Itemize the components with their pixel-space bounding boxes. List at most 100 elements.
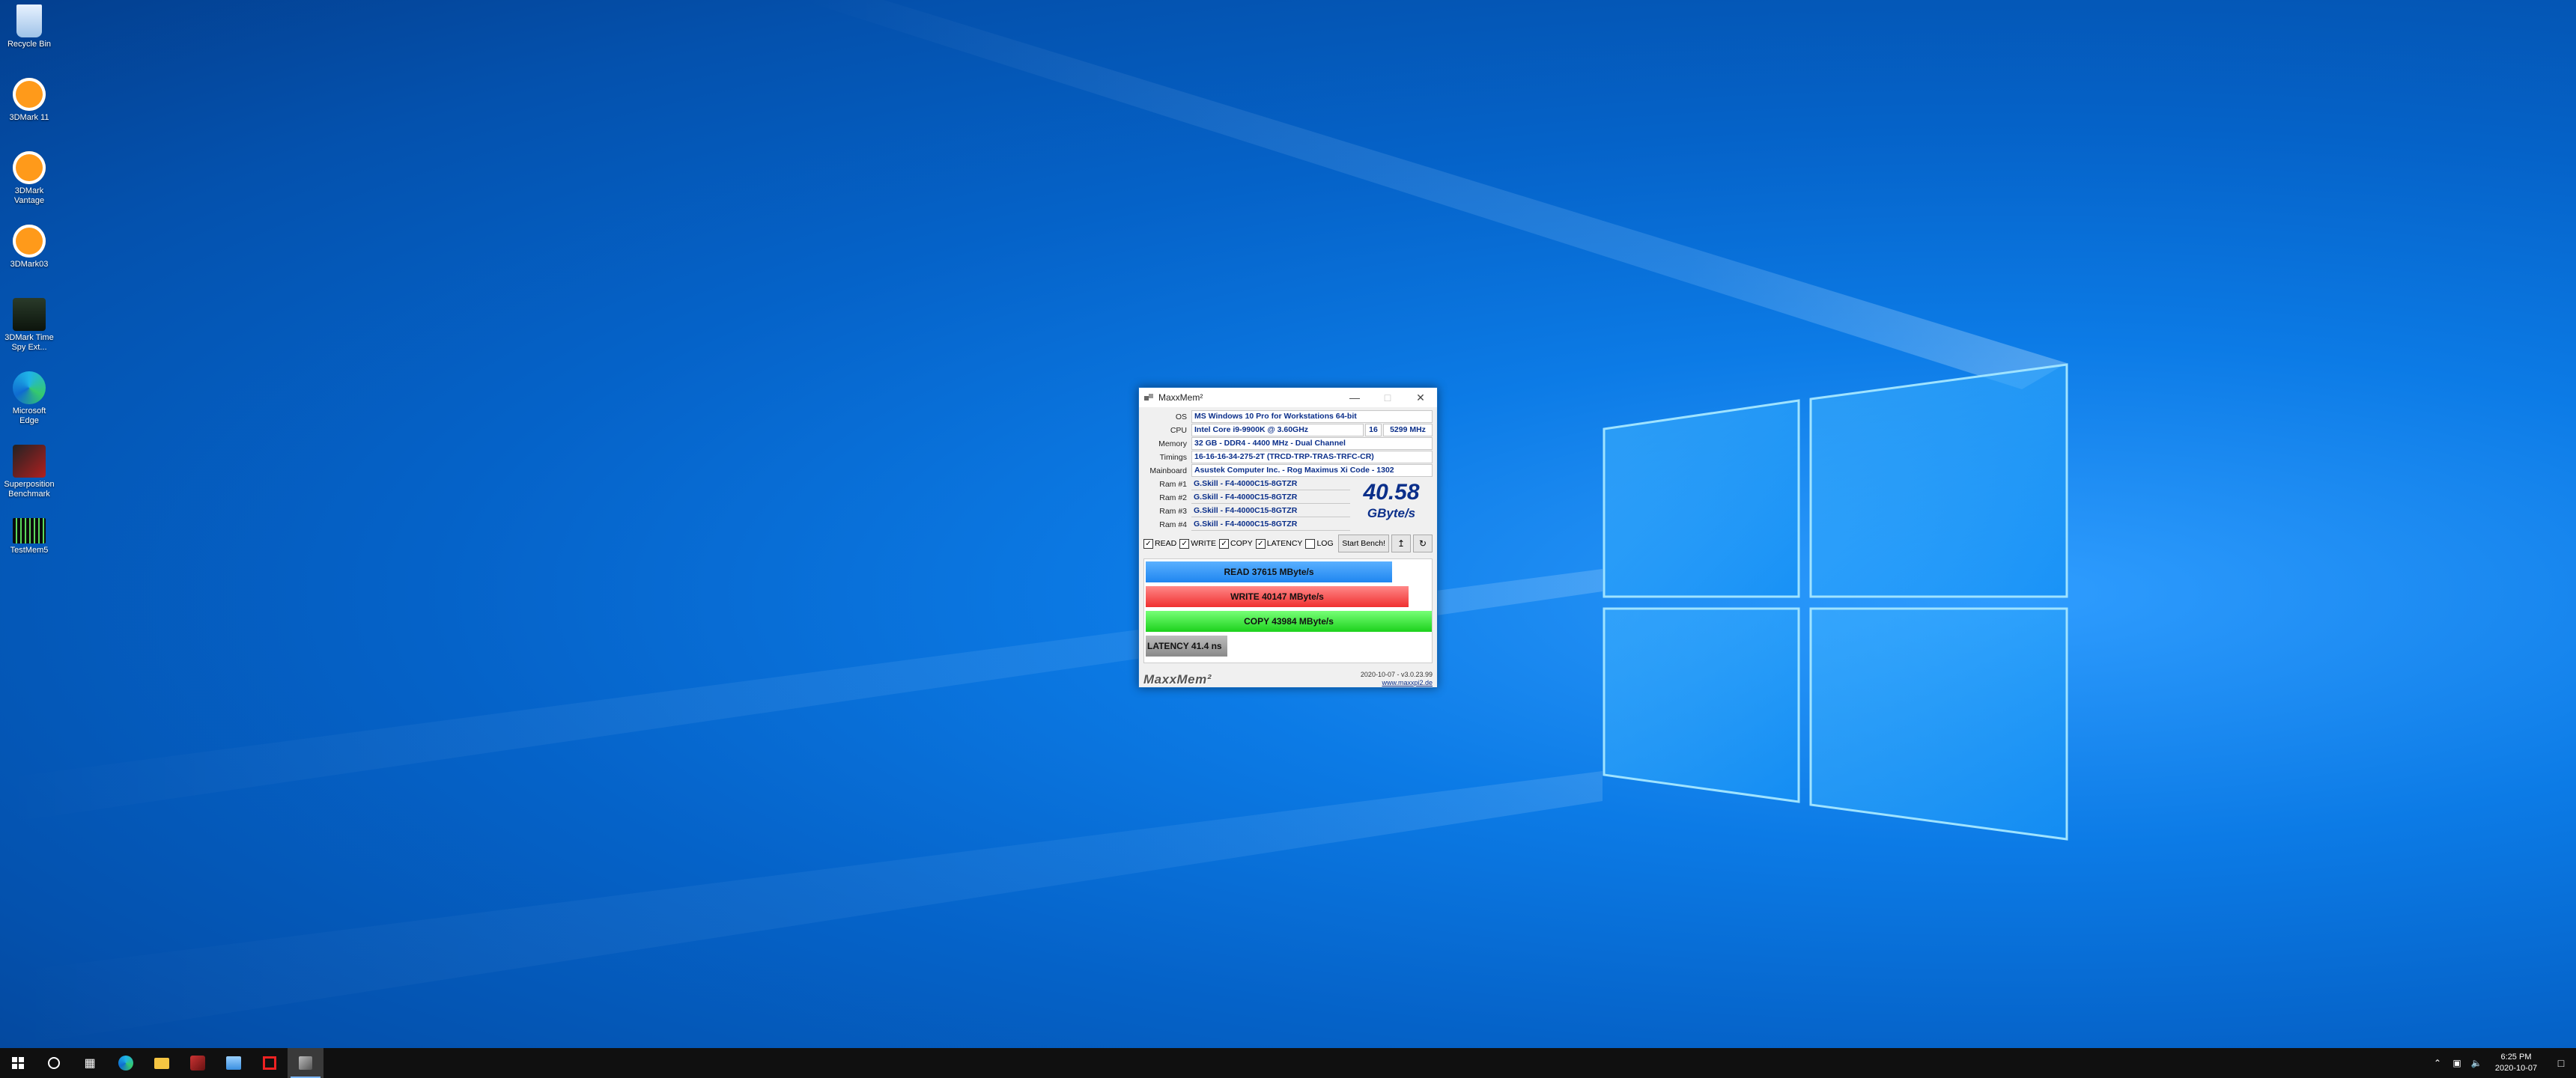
- notification-icon[interactable]: □: [2546, 1057, 2576, 1069]
- app-icon: [263, 1056, 276, 1070]
- ram-label: Ram #3: [1159, 506, 1187, 516]
- taskbar: ▦ ⌃ ▣ 🔈 6:25 PM 2020-10-07 □: [0, 1048, 2576, 1078]
- ram-row: Ram #3 G.Skill - F4-4000C15-8GTZR: [1143, 505, 1350, 517]
- website-link[interactable]: www.maxxpi2.de: [1382, 679, 1433, 686]
- maximize-button[interactable]: □: [1371, 388, 1404, 407]
- total-score: 40.58 GByte/s: [1350, 478, 1433, 532]
- ram-row: Ram #4 G.Skill - F4-4000C15-8GTZR: [1143, 518, 1350, 531]
- log-checkbox[interactable]: LOG: [1305, 538, 1334, 549]
- refresh-button[interactable]: ↻: [1413, 535, 1433, 552]
- latency-checkbox[interactable]: ✓ LATENCY: [1255, 538, 1302, 549]
- close-icon: ✕: [1416, 391, 1425, 404]
- cpu-value: Intel Core i9-9900K @ 3.60GHz: [1191, 424, 1364, 436]
- write-checkbox[interactable]: ✓ WRITE: [1179, 538, 1216, 549]
- recycle-bin-icon: [16, 4, 42, 37]
- options-row: ✓ READ ✓ WRITE ✓ COPY ✓ LATENCY LOG Start Be…: [1143, 535, 1433, 552]
- maxxmem-logo: MaxxMem²: [1143, 672, 1212, 686]
- desktop-icon-superposition[interactable]: Superposition Benchmark: [3, 445, 55, 499]
- upload-button[interactable]: ↥: [1391, 535, 1411, 552]
- latency-result-bar: LATENCY 41.4 ns: [1146, 636, 1227, 657]
- clock[interactable]: 6:25 PM 2020-10-07: [2486, 1052, 2546, 1074]
- ram-list: Ram #1 G.Skill - F4-4000C15-8GTZR Ram #2…: [1143, 478, 1350, 532]
- cpu-row: CPU Intel Core i9-9900K @ 3.60GHz 16 529…: [1143, 424, 1433, 436]
- cpu-mhz: 5299 MHz: [1383, 424, 1433, 436]
- checkbox-box: ✓: [1143, 538, 1153, 549]
- taskbar-app-red[interactable]: [180, 1048, 216, 1078]
- 3dmark-icon: [13, 151, 46, 184]
- timings-label: Timings: [1159, 452, 1187, 462]
- timings-row: Timings 16-16-16-34-275-2T (TRCD-TRP-TRA…: [1143, 451, 1433, 463]
- score-unit: GByte/s: [1367, 506, 1416, 520]
- os-label: OS: [1175, 412, 1187, 421]
- search-button[interactable]: [36, 1048, 72, 1078]
- os-value: MS Windows 10 Pro for Workstations 64-bi…: [1191, 410, 1433, 423]
- volume-icon[interactable]: 🔈: [2467, 1058, 2486, 1068]
- taskbar-app-store[interactable]: [216, 1048, 252, 1078]
- ram-label: Ram #1: [1159, 479, 1187, 489]
- copy-result-bar: COPY 43984 MByte/s: [1146, 611, 1432, 632]
- os-row: OS MS Windows 10 Pro for Workstations 64…: [1143, 410, 1433, 423]
- memory-row: Memory 32 GB - DDR4 - 4400 MHz - Dual Ch…: [1143, 437, 1433, 450]
- network-icon[interactable]: ▣: [2447, 1058, 2467, 1068]
- close-button[interactable]: ✕: [1404, 388, 1437, 407]
- tray-chevron-icon[interactable]: ⌃: [2428, 1058, 2447, 1068]
- task-view-button[interactable]: ▦: [72, 1048, 108, 1078]
- store-icon: [226, 1056, 241, 1070]
- read-checkbox[interactable]: ✓ READ: [1143, 538, 1176, 549]
- desktop-icon-3dmark-vantage[interactable]: 3DMark Vantage: [3, 151, 55, 206]
- desktop-icon-edge[interactable]: Microsoft Edge: [3, 371, 55, 426]
- windows-start-icon: [12, 1057, 24, 1069]
- ram-label: Ram #4: [1159, 520, 1187, 529]
- mainboard-value: Asustek Computer Inc. - Rog Maximus Xi C…: [1191, 464, 1433, 477]
- superposition-icon: [13, 445, 46, 478]
- mainboard-row: Mainboard Asustek Computer Inc. - Rog Ma…: [1143, 464, 1433, 477]
- desktop-icon-testmem5[interactable]: TestMem5: [3, 518, 55, 555]
- taskbar-edge[interactable]: [108, 1048, 144, 1078]
- app-icon: [190, 1056, 205, 1071]
- memory-label: Memory: [1158, 439, 1187, 448]
- footer-info: 2020-10-07 - v3.0.23.99 www.maxxpi2.de: [1361, 671, 1433, 687]
- window-titlebar[interactable]: MaxxMem² — □ ✕: [1139, 388, 1437, 407]
- timespy-icon: [13, 298, 46, 331]
- ram-block: Ram #1 G.Skill - F4-4000C15-8GTZR Ram #2…: [1143, 478, 1433, 532]
- ram-row: Ram #2 G.Skill - F4-4000C15-8GTZR: [1143, 491, 1350, 504]
- maxxmem-window: MaxxMem² — □ ✕ OS MS Windows 10 Pro for …: [1138, 387, 1438, 688]
- window-title: MaxxMem²: [1158, 392, 1203, 403]
- start-button[interactable]: [0, 1048, 36, 1078]
- checkbox-box: [1305, 538, 1316, 549]
- ram-value: G.Skill - F4-4000C15-8GTZR: [1191, 492, 1350, 504]
- system-tray: ⌃ ▣ 🔈 6:25 PM 2020-10-07 □: [2428, 1048, 2576, 1078]
- folder-icon: [154, 1057, 169, 1069]
- refresh-icon: ↻: [1418, 538, 1427, 549]
- edge-icon: [13, 371, 46, 404]
- desktop-icon-3dmark-11[interactable]: 3DMark 11: [3, 78, 55, 123]
- checkbox-box: ✓: [1255, 538, 1266, 549]
- clock-time: 6:25 PM: [2500, 1053, 2532, 1062]
- start-bench-button[interactable]: Start Bench!: [1338, 535, 1389, 552]
- maxxmem-app-icon: [1144, 394, 1153, 401]
- copy-checkbox[interactable]: ✓ COPY: [1219, 538, 1253, 549]
- taskbar-maxxmem[interactable]: [288, 1048, 323, 1078]
- taskbar-file-explorer[interactable]: [144, 1048, 180, 1078]
- memory-value: 32 GB - DDR4 - 4400 MHz - Dual Channel: [1191, 437, 1433, 450]
- checkbox-box: ✓: [1179, 538, 1190, 549]
- testmem-icon: [13, 518, 46, 543]
- read-result-bar: READ 37615 MByte/s: [1146, 561, 1392, 582]
- ram-value: G.Skill - F4-4000C15-8GTZR: [1191, 505, 1350, 517]
- version-text: 2020-10-07 - v3.0.23.99: [1360, 671, 1433, 678]
- write-result-bar: WRITE 40147 MByte/s: [1146, 586, 1409, 607]
- taskbar-app-red-square[interactable]: [252, 1048, 288, 1078]
- ram-value: G.Skill - F4-4000C15-8GTZR: [1191, 478, 1350, 490]
- score-value: 40.58: [1363, 480, 1420, 505]
- desktop-icon-3dmark03[interactable]: 3DMark03: [3, 225, 55, 270]
- desktop-icon-recycle-bin[interactable]: Recycle Bin: [3, 4, 55, 49]
- desktop-icon-timespy[interactable]: 3DMark Time Spy Ext...: [3, 298, 55, 353]
- maxxmem-app-icon: [299, 1056, 312, 1070]
- mainboard-label: Mainboard: [1149, 466, 1187, 475]
- ram-row: Ram #1 G.Skill - F4-4000C15-8GTZR: [1143, 478, 1350, 490]
- timings-value: 16-16-16-34-275-2T (TRCD-TRP-TRAS-TRFC-C…: [1191, 451, 1433, 463]
- upload-icon: ↥: [1397, 538, 1406, 549]
- maximize-icon: □: [1384, 392, 1391, 404]
- minimize-button[interactable]: —: [1338, 388, 1371, 407]
- results-panel: READ 37615 MByte/s WRITE 40147 MByte/s C…: [1143, 558, 1433, 663]
